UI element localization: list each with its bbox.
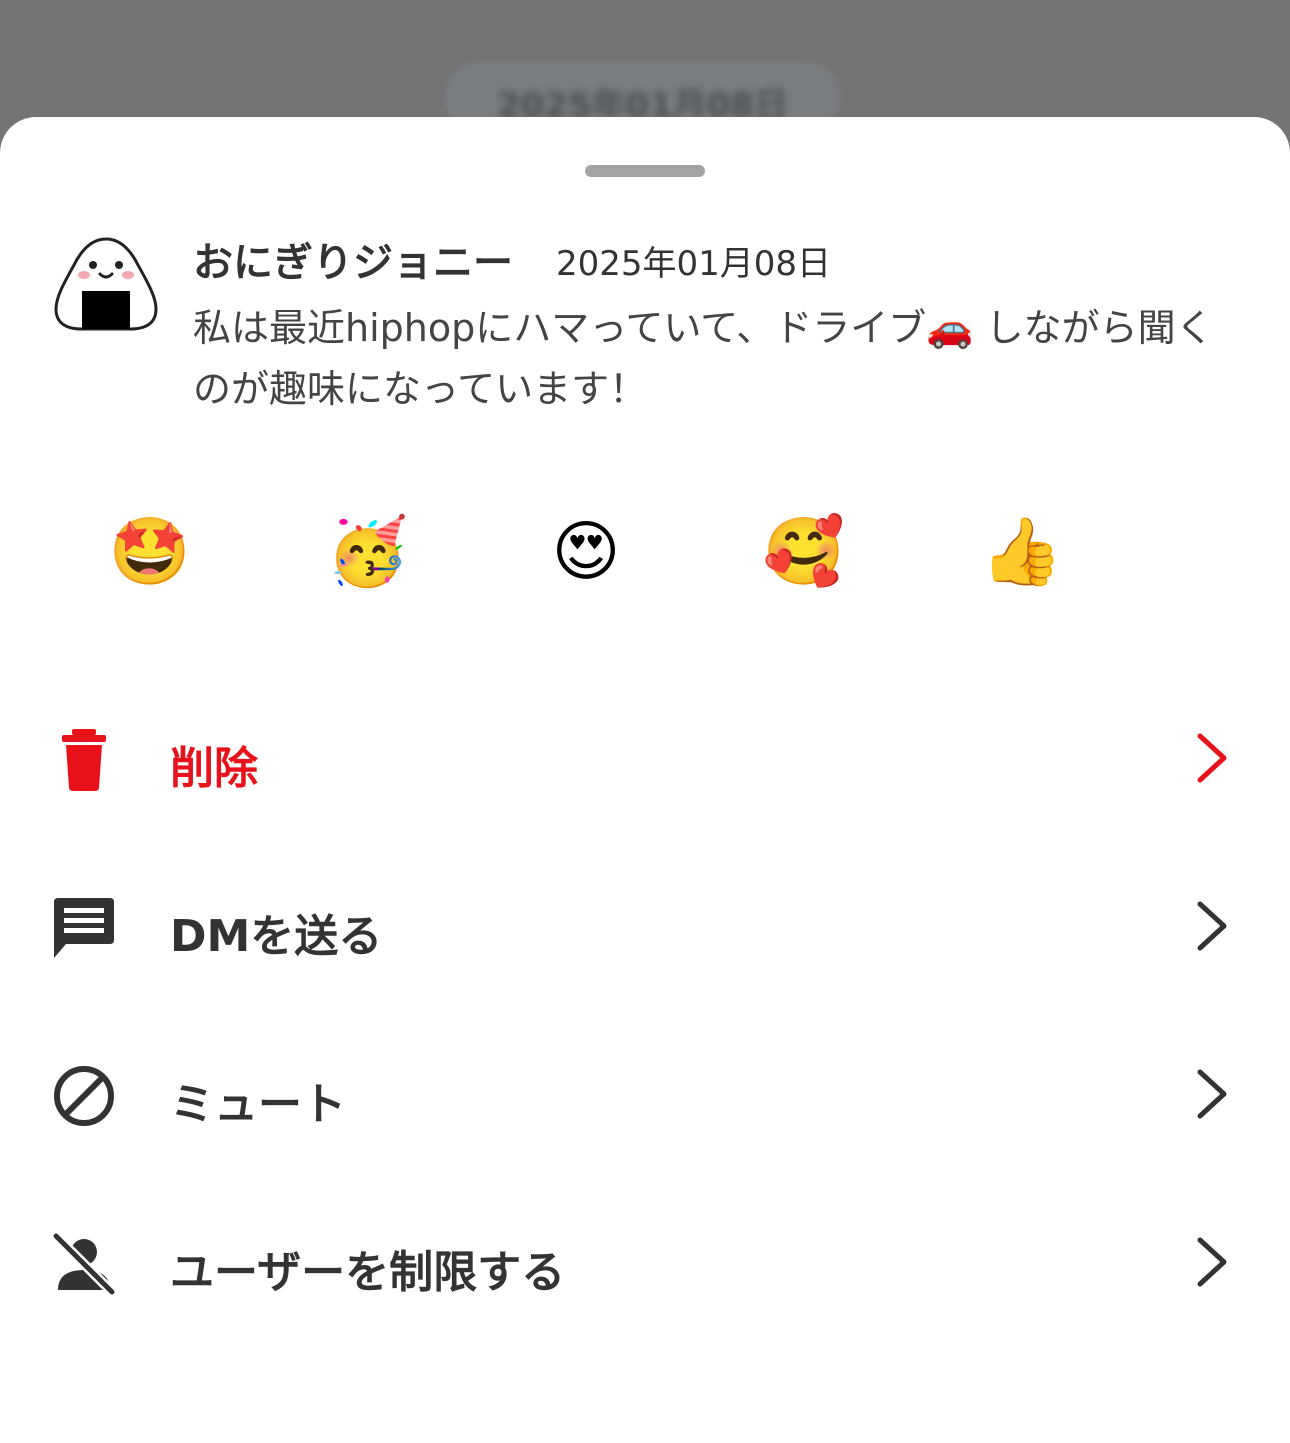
partying-face-reaction-button[interactable]: 🥳 (318, 502, 418, 602)
smiling-hearts-reaction-button[interactable]: 🥰 (754, 502, 854, 602)
block-icon (54, 1066, 114, 1126)
restrict-user-label: ユーザーを制限する (170, 1247, 566, 1298)
chevron-right-icon (1197, 901, 1227, 951)
delete-label: 削除 (170, 743, 258, 794)
post-date: 2025年01月08日 (556, 244, 832, 284)
send-dm-label: DMを送る (170, 911, 383, 962)
chevron-right-icon (1197, 733, 1227, 783)
reaction-bar: 🤩 🥳 😍 🥰 👍 (100, 502, 1190, 602)
delete-menu-item[interactable]: 削除 (0, 674, 1290, 842)
user-off-icon (52, 1232, 116, 1296)
trash-icon (62, 729, 106, 791)
onigiri-avatar-icon[interactable] (52, 235, 160, 333)
restrict-user-menu-item[interactable]: ユーザーを制限する (0, 1178, 1290, 1346)
send-dm-menu-item[interactable]: DMを送る (0, 842, 1290, 1010)
sheet-grabber-handle[interactable] (585, 165, 705, 177)
mute-menu-item[interactable]: ミュート (0, 1010, 1290, 1178)
action-menu: 削除 DMを送る ミュート ユーザーを制限する (0, 674, 1290, 1346)
author-name[interactable]: おにぎりジョニー (193, 230, 513, 288)
action-sheet: おにぎりジョニー 2025年01月08日 私は最近hiphopにハマっていて、ド… (0, 117, 1290, 1443)
mute-label: ミュート (170, 1079, 346, 1130)
message-icon (54, 898, 114, 958)
star-struck-reaction-button[interactable]: 🤩 (100, 502, 200, 602)
chevron-right-icon (1197, 1069, 1227, 1119)
thumbs-up-reaction-button[interactable]: 👍 (972, 502, 1072, 602)
post-message: 私は最近hiphopにハマっていて、ドライブ🚗 しながら聞くのが趣味になっていま… (193, 306, 1214, 411)
chevron-right-icon (1197, 1237, 1227, 1287)
heart-eyes-reaction-button[interactable]: 😍 (536, 502, 636, 602)
